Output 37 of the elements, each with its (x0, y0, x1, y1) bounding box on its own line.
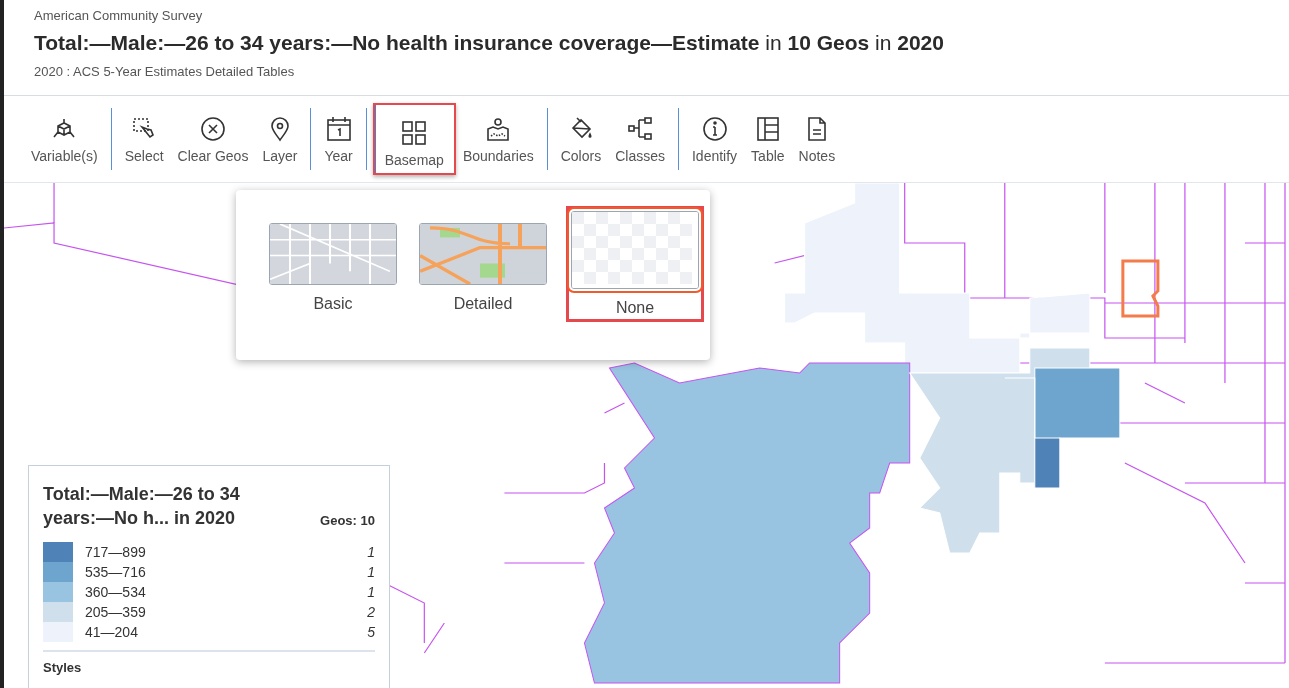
class-count: 1 (367, 564, 375, 580)
toolbar-button[interactable]: Year (317, 106, 360, 172)
class-range: 205—359 (85, 604, 147, 620)
class-range: 717—899 (85, 544, 147, 560)
hierarchy-icon (626, 114, 655, 143)
toolbar-button[interactable]: Identify (684, 106, 745, 172)
class-range: 360—534 (85, 584, 147, 600)
map-title: Total:—Male:—26 to 34 years:—No health insurance coverage—Estimate in 10 Geos in 2020 (34, 31, 945, 55)
info-icon (700, 114, 729, 143)
toolbar-button[interactable]: Colors (553, 106, 609, 172)
calendar-icon (324, 114, 353, 143)
class-count: 2 (367, 604, 375, 620)
styles-heading: Styles (43, 660, 83, 675)
source-label: American Community Survey (34, 8, 204, 23)
class-range: 41—204 (85, 624, 139, 640)
basemap-option[interactable]: Basic (266, 220, 400, 316)
toolbar-button[interactable]: Layer (255, 106, 305, 172)
class-count: 1 (367, 584, 375, 600)
dataset-subtitle: 2020 : ACS 5-Year Estimates Detailed Tables (34, 64, 296, 79)
basemap-option[interactable]: Detailed (416, 220, 550, 316)
legend-title: Total:—Male:—26 to 34 years:—No h... in 2020 (43, 483, 241, 530)
toolbar-button[interactable]: Notes (791, 106, 843, 172)
toolbar-button[interactable]: Select (117, 106, 171, 172)
class-range: 535—716 (85, 564, 147, 580)
toolbar-button[interactable]: Table (744, 106, 792, 172)
toolbar-button[interactable]: Variable(s) (24, 106, 105, 172)
highlighted-region-outline (1121, 259, 1160, 318)
close-circle-icon (199, 114, 227, 143)
toolbar-button[interactable]: Classes (608, 106, 672, 172)
class-count: 5 (367, 624, 375, 640)
toolbar-button[interactable]: Boundaries (455, 106, 541, 172)
geo-count: Geos: 10 (320, 513, 375, 530)
grid-icon (400, 119, 429, 147)
toolbar-button[interactable]: Clear Geos (170, 106, 256, 172)
toolbar-button[interactable]: Basemap (372, 103, 456, 175)
class-count: 1 (367, 544, 375, 560)
basemap-option[interactable]: None (566, 206, 704, 322)
